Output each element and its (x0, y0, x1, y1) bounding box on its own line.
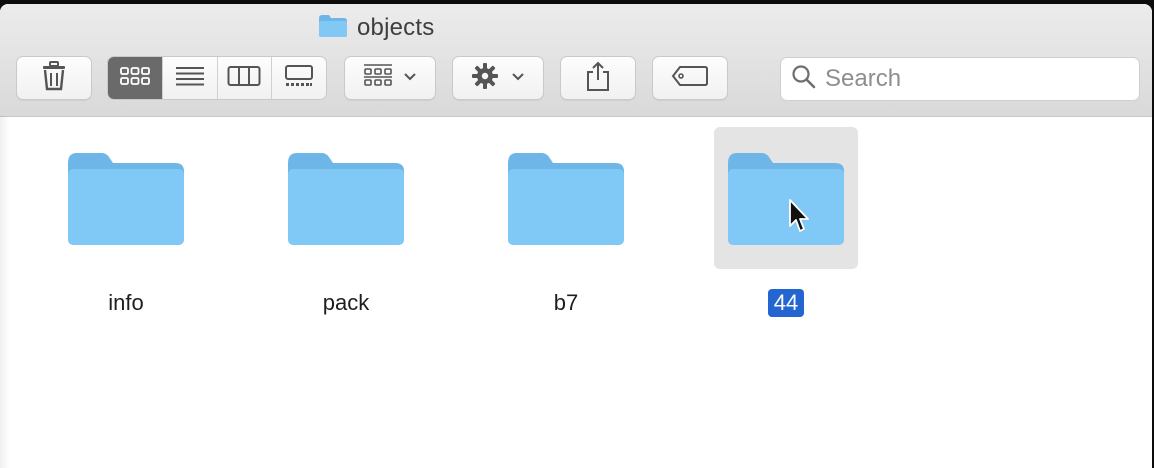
folder-icon-container (494, 127, 638, 269)
mouse-pointer-icon (789, 199, 809, 232)
titlebar: objects (0, 4, 1152, 117)
trash-icon (41, 60, 67, 96)
arrange-grid-icon (363, 63, 393, 94)
window-edge-shade (0, 116, 10, 468)
chevron-down-icon (511, 69, 525, 87)
search-field[interactable] (780, 57, 1140, 101)
folder-icon (508, 153, 624, 245)
tag-icon (671, 65, 709, 92)
column-view-button[interactable] (216, 57, 272, 99)
folder-item-info[interactable]: info (54, 127, 198, 317)
gallery-view-button[interactable] (271, 57, 326, 99)
folder-icon (728, 153, 844, 245)
folder-name: info (108, 290, 144, 315)
folder-name: pack (322, 290, 370, 315)
arrange-button[interactable] (344, 56, 436, 100)
folder-icon-container (54, 127, 198, 269)
list-view-button[interactable] (161, 57, 217, 99)
share-button[interactable] (560, 56, 636, 100)
gallery-icon (284, 64, 314, 93)
delete-button[interactable] (16, 56, 92, 100)
tag-button[interactable] (652, 56, 728, 100)
file-browser: info pack b7 44 (0, 117, 1152, 468)
folder-icon-container (274, 127, 418, 269)
list-icon (175, 65, 205, 92)
folder-name: 44 (767, 289, 805, 317)
columns-icon (227, 65, 261, 92)
folder-icon-container (714, 127, 858, 269)
folder-icon (318, 14, 348, 43)
folder-icon (68, 153, 184, 245)
folder-item-44[interactable]: 44 (714, 127, 858, 317)
window-title: objects (318, 14, 434, 42)
folder-item-b7[interactable]: b7 (494, 127, 638, 317)
search-input[interactable] (825, 65, 1125, 93)
gear-icon (471, 62, 499, 95)
chevron-down-icon (403, 69, 417, 87)
icon-view-button[interactable] (108, 57, 162, 99)
folder-item-pack[interactable]: pack (274, 127, 418, 317)
share-icon (585, 60, 611, 97)
search-icon (791, 64, 817, 95)
action-button[interactable] (452, 56, 544, 100)
view-mode-control (107, 56, 327, 100)
grid-icon (119, 65, 151, 92)
folder-icon (288, 153, 404, 245)
window-title-text: objects (357, 14, 435, 41)
folder-name: b7 (553, 290, 579, 315)
finder-window: objects Search info pack b7 44 (0, 4, 1152, 468)
